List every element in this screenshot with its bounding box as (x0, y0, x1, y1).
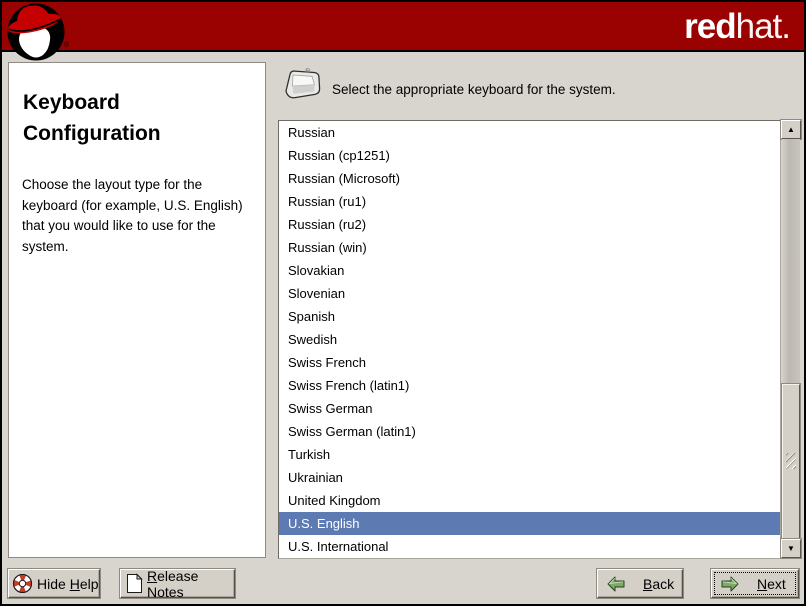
list-item[interactable]: Slovenian (279, 282, 780, 305)
scrollbar-track[interactable] (782, 139, 800, 539)
life-buoy-icon (12, 573, 33, 594)
release-notes-button[interactable]: Release Notes (120, 567, 235, 600)
list-item[interactable]: Ukrainian (279, 466, 780, 489)
registered-trademark-mark: ® (64, 42, 70, 49)
redhat-wordmark: redhat. (684, 6, 791, 48)
brand-light: hat. (735, 7, 791, 46)
next-label: Next (757, 575, 786, 592)
list-item[interactable]: Swiss French (279, 351, 780, 374)
list-item[interactable]: Russian (win) (279, 236, 780, 259)
help-panel: Keyboard Configuration Choose the layout… (8, 62, 266, 558)
scrollbar-thumb[interactable] (782, 384, 800, 539)
brand-bold: red (684, 7, 736, 46)
back-label: Back (643, 575, 675, 592)
list-item[interactable]: Swiss German (latin1) (279, 420, 780, 443)
next-button[interactable]: Next (711, 569, 799, 598)
list-item-selected[interactable]: U.S. English (279, 512, 780, 535)
green-arrow-left-icon (607, 576, 625, 592)
list-item[interactable]: Swedish (279, 328, 780, 351)
list-item[interactable]: Russian (279, 121, 780, 144)
hide-help-label: Hide Help (37, 575, 99, 592)
redhat-shadowman-logo-icon (5, 2, 67, 64)
document-icon (126, 573, 143, 594)
list-item[interactable]: Swiss German (279, 397, 780, 420)
page-title: Keyboard Configuration (23, 91, 161, 145)
list-item[interactable]: Russian (Microsoft) (279, 167, 780, 190)
list-item[interactable]: Russian (ru1) (279, 190, 780, 213)
window-content: redhat. ® Keyboard Configuration Choose … (2, 2, 804, 604)
arrow-down-icon: ▼ (787, 544, 795, 553)
list-item[interactable]: Russian (ru2) (279, 213, 780, 236)
list-item[interactable]: U.S. International (279, 535, 780, 558)
title-banner: redhat. (2, 2, 804, 52)
keycap-letter: R (304, 67, 311, 76)
scroll-up-button[interactable]: ▲ (781, 120, 801, 139)
list-scrollbar: ▲ ▼ (781, 119, 801, 559)
keyboard-key-icon: R (282, 65, 324, 103)
list-item[interactable]: Turkish (279, 443, 780, 466)
instruction-text: Select the appropriate keyboard for the … (332, 82, 616, 97)
release-notes-label: Release Notes (147, 567, 199, 600)
list-item[interactable]: Russian (cp1251) (279, 144, 780, 167)
hide-help-button[interactable]: Hide Help (8, 569, 100, 598)
list-item[interactable]: Slovakian (279, 259, 780, 282)
help-text: Choose the layout type for the keyboard … (22, 177, 243, 254)
green-arrow-right-icon (721, 576, 739, 592)
keyboard-layout-list: Russian Russian (cp1251) Russian (Micros… (278, 120, 781, 559)
arrow-up-icon: ▲ (787, 125, 795, 134)
installer-window: redhat. ® Keyboard Configuration Choose … (0, 0, 806, 606)
list-item[interactable]: Spanish (279, 305, 780, 328)
list-item[interactable]: Swiss French (latin1) (279, 374, 780, 397)
list-item[interactable]: United Kingdom (279, 489, 780, 512)
back-button[interactable]: Back (597, 569, 683, 598)
scrollbar-grip (786, 453, 796, 469)
scroll-down-button[interactable]: ▼ (781, 539, 801, 558)
